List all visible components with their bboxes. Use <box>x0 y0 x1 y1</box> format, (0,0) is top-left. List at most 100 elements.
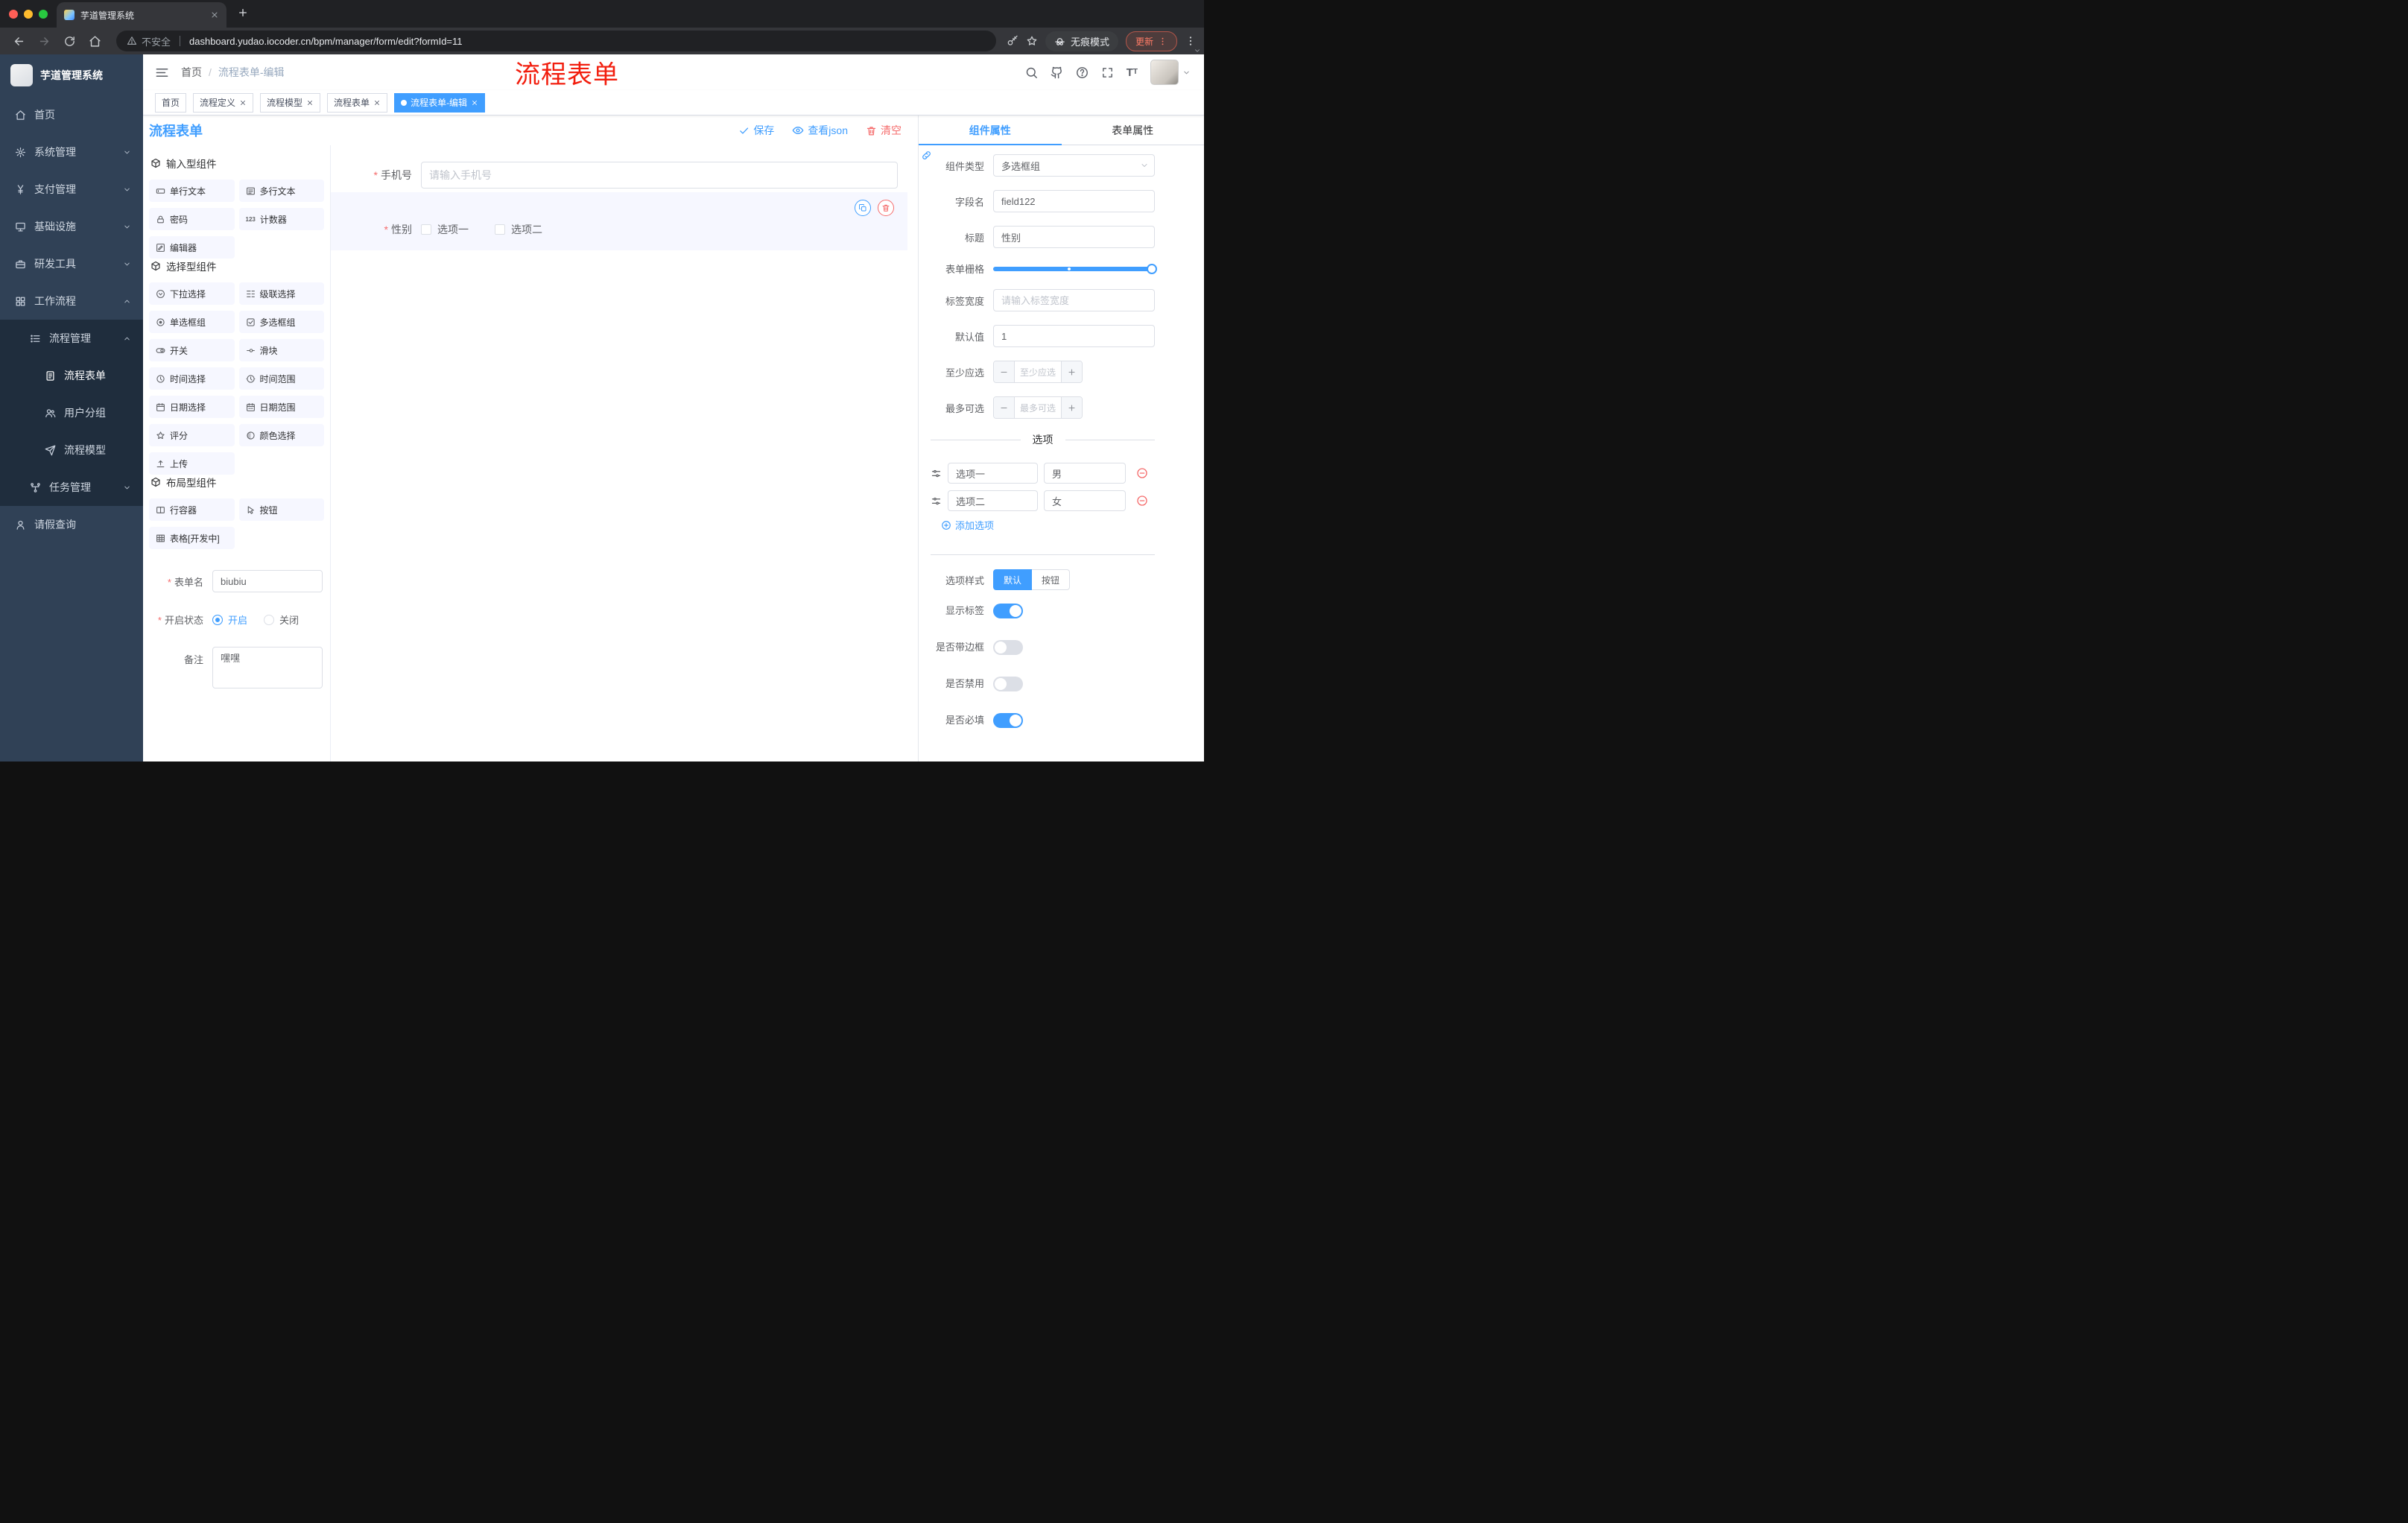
palette-item-row[interactable]: 行容器 <box>149 498 235 521</box>
status-off-radio[interactable]: 关闭 <box>264 612 299 627</box>
sidebar-item-infra[interactable]: 基础设施 <box>0 208 143 245</box>
sidebar-item-user-group[interactable]: 用户分组 <box>0 394 143 431</box>
option-style-button[interactable]: 按钮 <box>1032 569 1071 590</box>
tag-close-icon[interactable] <box>373 99 381 107</box>
new-tab-button[interactable] <box>237 7 249 22</box>
palette-item-table[interactable]: 表格[开发中] <box>149 527 235 549</box>
sidebar-item-devtools[interactable]: 研发工具 <box>0 245 143 282</box>
decrease-button[interactable] <box>994 361 1015 382</box>
reload-icon[interactable] <box>58 30 80 52</box>
add-option-button[interactable]: 添加选项 <box>941 518 1155 532</box>
gender-option-1[interactable]: 选项一 <box>421 222 469 237</box>
tab-component-props[interactable]: 组件属性 <box>919 115 1062 145</box>
component-type-value[interactable] <box>993 154 1155 177</box>
palette-item-counter[interactable]: 123 计数器 <box>238 208 324 230</box>
sidebar-item-task-mgmt[interactable]: 任务管理 <box>0 469 143 506</box>
drag-handle-icon[interactable] <box>931 468 942 479</box>
palette-item-textarea[interactable]: 多行文本 <box>238 180 324 202</box>
view-json-button[interactable]: 查看json <box>792 123 848 138</box>
sidebar-item-process-mgmt[interactable]: 流程管理 <box>0 320 143 357</box>
sidebar-item-system[interactable]: 系统管理 <box>0 133 143 171</box>
palette-item-date-range[interactable]: 日期范围 <box>238 396 324 418</box>
tag-4[interactable]: 流程表单-编辑 <box>394 92 486 113</box>
form-remark-textarea[interactable]: 嘿嘿 <box>212 647 323 688</box>
palette-item-date[interactable]: 日期选择 <box>149 396 235 418</box>
remove-option-icon[interactable] <box>1136 495 1148 507</box>
palette-item-input[interactable]: 单行文本 <box>149 180 235 202</box>
tab-form-props[interactable]: 表单属性 <box>1062 115 1205 145</box>
tag-2[interactable]: 流程模型 <box>260 92 321 113</box>
palette-item-select[interactable]: 下拉选择 <box>149 282 235 305</box>
user-menu[interactable] <box>1150 60 1191 85</box>
sidebar-item-process-form[interactable]: 流程表单 <box>0 357 143 394</box>
option-value-input[interactable] <box>1044 490 1126 511</box>
widget-phone[interactable]: 手机号 <box>331 162 907 189</box>
min-select-placeholder[interactable]: 至少应选 <box>1015 361 1061 382</box>
link-icon[interactable] <box>921 150 932 161</box>
label-width-input[interactable] <box>993 289 1155 311</box>
tag-close-icon[interactable] <box>306 99 314 107</box>
option-style-default[interactable]: 默认 <box>993 569 1033 590</box>
close-window-button[interactable] <box>9 9 18 19</box>
browser-tab[interactable]: 芋道管理系统 <box>57 2 226 28</box>
increase-button[interactable] <box>1061 397 1082 418</box>
palette-item-switch[interactable]: 开关 <box>149 339 235 361</box>
toggle-switch[interactable] <box>993 677 1023 691</box>
tab-close-icon[interactable] <box>210 10 219 19</box>
save-button[interactable]: 保存 <box>738 123 774 138</box>
default-value-input[interactable] <box>993 325 1155 347</box>
palette-item-color[interactable]: 颜色选择 <box>238 424 324 446</box>
sidebar-toggle-icon[interactable] <box>155 66 169 80</box>
palette-item-upload[interactable]: 上传 <box>149 452 235 475</box>
tag-3[interactable]: 流程表单 <box>327 92 388 113</box>
decrease-button[interactable] <box>994 397 1015 418</box>
palette-item-time[interactable]: 时间选择 <box>149 367 235 390</box>
slider-handle[interactable] <box>1147 263 1157 274</box>
forward-icon[interactable] <box>33 30 55 52</box>
remove-option-icon[interactable] <box>1136 467 1148 479</box>
sidebar-item-payment[interactable]: 支付管理 <box>0 171 143 208</box>
palette-item-pointer[interactable]: 按钮 <box>238 498 324 521</box>
status-on-radio[interactable]: 开启 <box>212 612 247 627</box>
palette-item-cascader[interactable]: 级联选择 <box>238 282 324 305</box>
option-label-input[interactable] <box>948 490 1038 511</box>
browser-update-button[interactable]: 更新 <box>1125 31 1177 51</box>
palette-item-time-range[interactable]: 时间范围 <box>238 367 324 390</box>
gender-option-2[interactable]: 选项二 <box>495 222 542 237</box>
user-avatar[interactable] <box>1150 60 1179 85</box>
option-label-input[interactable] <box>948 463 1038 484</box>
title-input[interactable] <box>993 226 1155 248</box>
checkbox-icon[interactable] <box>495 224 505 235</box>
sidebar-item-home[interactable]: 首页 <box>0 96 143 133</box>
tag-close-icon[interactable] <box>471 99 478 107</box>
palette-item-star[interactable]: 评分 <box>149 424 235 446</box>
toolbar-caret-icon[interactable] <box>1194 47 1201 54</box>
palette-item-checkbox[interactable]: 多选框组 <box>238 311 324 333</box>
toggle-switch[interactable] <box>993 604 1023 618</box>
increase-button[interactable] <box>1061 361 1082 382</box>
drag-handle-icon[interactable] <box>931 495 942 507</box>
toggle-switch[interactable] <box>993 713 1023 728</box>
sidebar-item-leave-query[interactable]: 请假查询 <box>0 506 143 543</box>
address-bar[interactable]: 不安全 dashboard.yudao.iocoder.cn/bpm/manag… <box>116 31 996 51</box>
breadcrumb-home[interactable]: 首页 <box>181 65 202 80</box>
expand-icon[interactable] <box>1101 66 1114 79</box>
palette-item-slider[interactable]: 滑块 <box>238 339 324 361</box>
password-key-icon[interactable] <box>1007 35 1018 47</box>
field-name-input[interactable] <box>993 190 1155 212</box>
bookmark-star-icon[interactable] <box>1026 35 1038 47</box>
tag-0[interactable]: 首页 <box>155 92 187 113</box>
phone-input[interactable] <box>421 162 898 189</box>
widget-gender-selected[interactable]: 性别 选项一 选项二 <box>331 192 907 250</box>
question-icon[interactable] <box>1076 66 1089 79</box>
minimize-window-button[interactable] <box>24 9 33 19</box>
form-name-input[interactable] <box>212 570 323 592</box>
option-value-input[interactable] <box>1044 463 1126 484</box>
clear-button[interactable]: 清空 <box>866 123 902 138</box>
tag-close-icon[interactable] <box>239 99 247 107</box>
palette-item-editor[interactable]: 编辑器 <box>149 236 235 259</box>
search-icon[interactable] <box>1025 66 1038 79</box>
fontsize-icon[interactable]: TT <box>1127 66 1138 79</box>
palette-item-lock[interactable]: 密码 <box>149 208 235 230</box>
palette-item-radio[interactable]: 单选框组 <box>149 311 235 333</box>
